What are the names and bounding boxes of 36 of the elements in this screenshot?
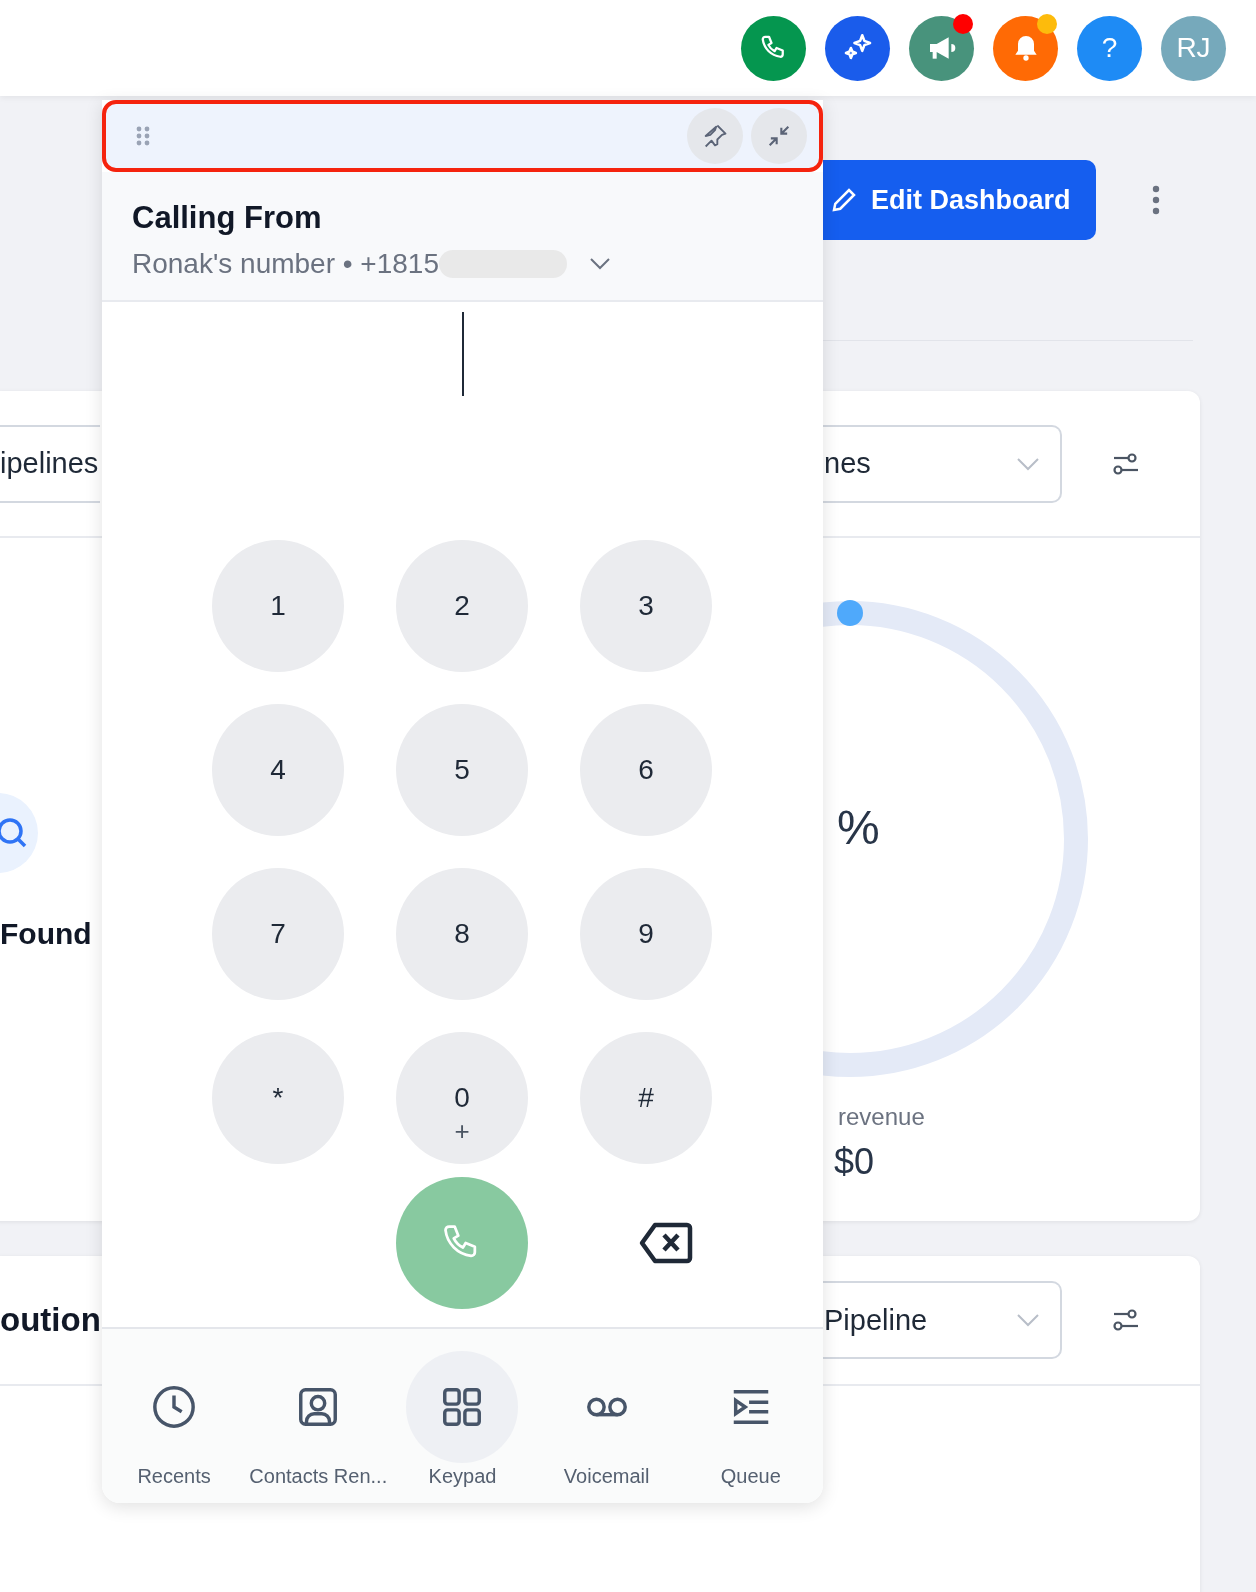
keypad-key[interactable]: 1 (212, 540, 344, 672)
keypad-key[interactable]: 0 + (396, 1032, 528, 1164)
edit-dashboard-button[interactable]: Edit Dashboard (823, 160, 1096, 240)
keypad-key[interactable]: 6 (580, 704, 712, 836)
keypad-key[interactable]: 8 (396, 868, 528, 1000)
backspace-icon[interactable] (639, 1222, 693, 1264)
sliders-icon[interactable] (1112, 451, 1140, 476)
chevron-down-icon[interactable] (589, 257, 611, 271)
contacts-tab[interactable]: Contacts Ren... (246, 1351, 391, 1503)
caller-number[interactable]: Ronak's number • +1815 (132, 248, 439, 280)
calling-from-title: Calling From (132, 200, 323, 236)
keypad-key[interactable]: * (212, 1032, 344, 1164)
keypad-key[interactable]: 9 (580, 868, 712, 1000)
sliders-icon[interactable] (1112, 1308, 1140, 1332)
keypad-key[interactable]: 3 (580, 540, 712, 672)
clock-icon (151, 1384, 198, 1430)
drag-handle-icon[interactable] (136, 126, 150, 146)
keypad-key[interactable]: 5 (396, 704, 528, 836)
keypad-key[interactable]: # (580, 1032, 712, 1164)
voicemail-tab[interactable]: Voicemail (534, 1351, 679, 1503)
percentage-value: % (837, 800, 880, 855)
recents-tab[interactable]: Recents (102, 1351, 247, 1503)
empty-state-title: Found (0, 917, 93, 951)
chevron-down-icon (1016, 456, 1040, 471)
chevron-down-icon (1016, 1313, 1040, 1327)
metric-value: $0 (833, 1141, 876, 1183)
keypad-key[interactable]: 4 (212, 704, 344, 836)
pin-button[interactable] (687, 108, 743, 164)
more-icon[interactable] (1152, 185, 1160, 215)
minimize-button[interactable] (751, 108, 807, 164)
card-title: oution (0, 1301, 101, 1339)
keypad-key[interactable]: 7 (212, 868, 344, 1000)
queue-tab[interactable]: Queue (678, 1351, 823, 1503)
metric-label: revenue (837, 1103, 926, 1131)
pipeline-dropdown[interactable]: ipelines (0, 424, 100, 503)
keypad-key[interactable]: 2 (396, 540, 528, 672)
